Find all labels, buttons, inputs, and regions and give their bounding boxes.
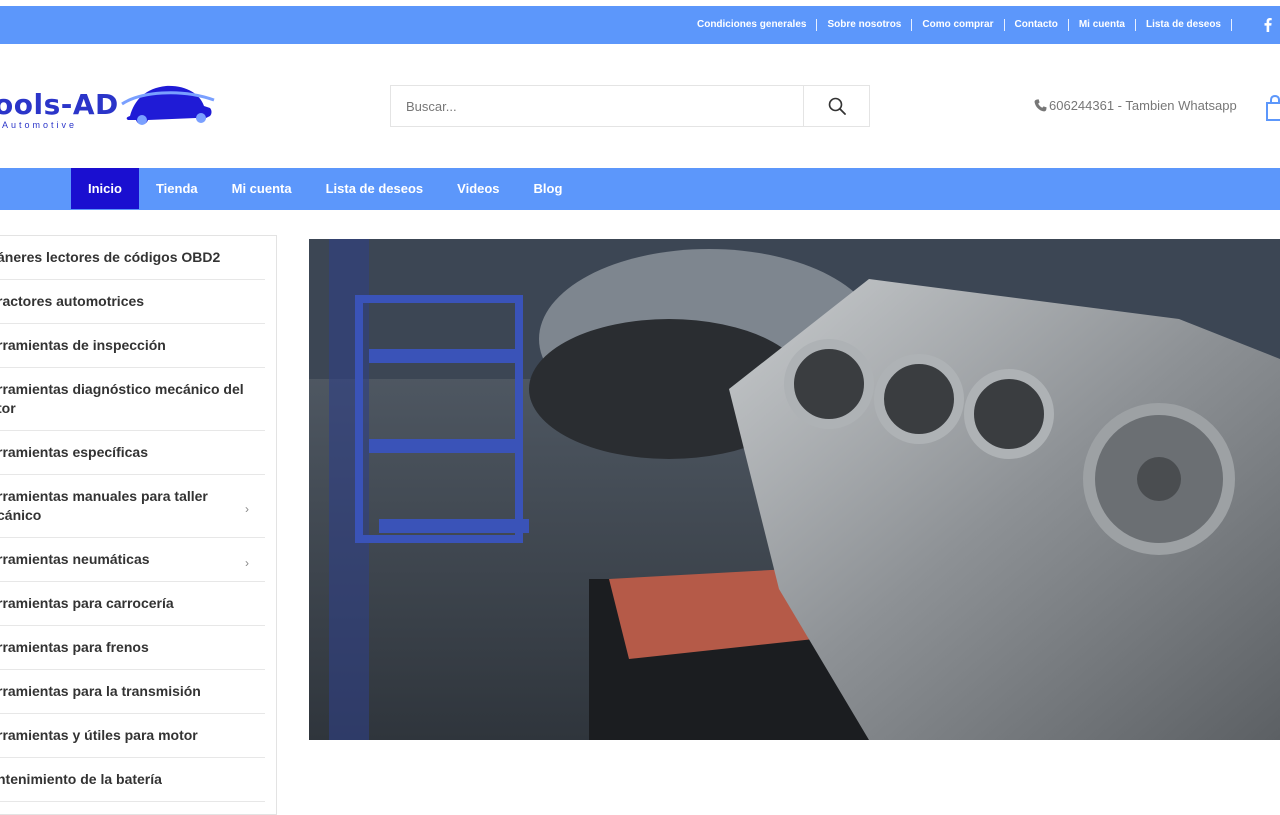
logo-text: ools-AD <box>0 88 119 121</box>
link-lista-de-deseos[interactable]: Lista de deseos <box>1136 19 1232 31</box>
link-contacto[interactable]: Contacto <box>1005 19 1069 31</box>
search-button[interactable] <box>803 86 869 126</box>
nav-lista-de-deseos[interactable]: Lista de deseos <box>309 168 441 210</box>
category-item[interactable]: ntenimiento de la batería <box>0 758 265 802</box>
top-links: Condiciones generales Sobre nosotros Com… <box>687 6 1232 44</box>
facebook-icon[interactable] <box>1256 6 1280 44</box>
category-item[interactable]: rramientas para la transmisión <box>0 670 265 714</box>
category-item[interactable]: áneres lectores de códigos OBD2 <box>0 236 265 280</box>
category-label: ractores automotrices <box>0 293 145 309</box>
search-box <box>390 85 870 127</box>
nav-inicio[interactable]: Inicio <box>71 168 139 209</box>
category-label: rramientas para la transmisión <box>0 683 201 699</box>
category-label: rramientas para frenos <box>0 639 149 655</box>
category-label: rramientas manuales para taller cánico <box>0 488 208 523</box>
chevron-right-icon[interactable]: › <box>245 554 249 573</box>
site-header: ools-AD Automotive 606244361 - Tambien W… <box>0 44 1280 168</box>
category-list: áneres lectores de códigos OBD2 ractores… <box>0 236 276 802</box>
category-label: rramientas diagnóstico mecánico del tor <box>0 381 244 416</box>
category-item[interactable]: ractores automotrices <box>0 280 265 324</box>
category-label: rramientas de inspección <box>0 337 166 353</box>
nav-videos[interactable]: Videos <box>440 168 516 210</box>
nav-tienda[interactable]: Tienda <box>139 168 215 210</box>
nav-blog[interactable]: Blog <box>517 168 580 210</box>
hero-banner-image[interactable] <box>309 239 1280 740</box>
phone-icon <box>1034 99 1047 112</box>
category-item[interactable]: rramientas diagnóstico mecánico del tor <box>0 368 265 431</box>
category-label: rramientas para carrocería <box>0 595 174 611</box>
category-item[interactable]: rramientas para carrocería <box>0 582 265 626</box>
phone-contact[interactable]: 606244361 - Tambien Whatsapp <box>1034 98 1237 113</box>
chevron-right-icon[interactable]: › <box>245 500 249 519</box>
category-label: rramientas específicas <box>0 444 148 460</box>
search-icon <box>828 97 846 115</box>
car-logo-icon <box>121 85 215 125</box>
phone-text: 606244361 - Tambien Whatsapp <box>1049 98 1237 113</box>
category-label: áneres lectores de códigos OBD2 <box>0 249 221 265</box>
category-item[interactable]: rramientas de inspección <box>0 324 265 368</box>
site-logo[interactable]: ools-AD Automotive <box>0 80 240 132</box>
shopping-bag-icon <box>1266 94 1280 121</box>
main-nav: Inicio Tienda Mi cuenta Lista de deseos … <box>71 168 579 210</box>
logo-subtitle: Automotive <box>2 120 78 130</box>
link-mi-cuenta[interactable]: Mi cuenta <box>1069 19 1136 31</box>
category-label: rramientas neumáticas <box>0 551 150 567</box>
link-como-comprar[interactable]: Como comprar <box>912 19 1005 31</box>
main-nav-bar: Inicio Tienda Mi cuenta Lista de deseos … <box>0 168 1280 210</box>
link-sobre-nosotros[interactable]: Sobre nosotros <box>817 19 913 31</box>
nav-mi-cuenta[interactable]: Mi cuenta <box>215 168 309 210</box>
category-item[interactable]: rramientas manuales para taller cánico › <box>0 475 265 538</box>
category-item[interactable]: rramientas específicas <box>0 431 265 475</box>
category-item[interactable]: rramientas para frenos <box>0 626 265 670</box>
category-label: rramientas y útiles para motor <box>0 727 198 743</box>
category-label: ntenimiento de la batería <box>0 771 162 787</box>
category-item[interactable]: rramientas neumáticas › <box>0 538 265 582</box>
engine-photo <box>309 239 1280 740</box>
category-item[interactable]: rramientas y útiles para motor <box>0 714 265 758</box>
search-input[interactable] <box>391 86 805 126</box>
top-bar: Condiciones generales Sobre nosotros Com… <box>0 6 1280 44</box>
category-sidebar: áneres lectores de códigos OBD2 ractores… <box>0 235 277 815</box>
link-condiciones-generales[interactable]: Condiciones generales <box>687 19 818 31</box>
cart-button[interactable] <box>1264 94 1280 127</box>
